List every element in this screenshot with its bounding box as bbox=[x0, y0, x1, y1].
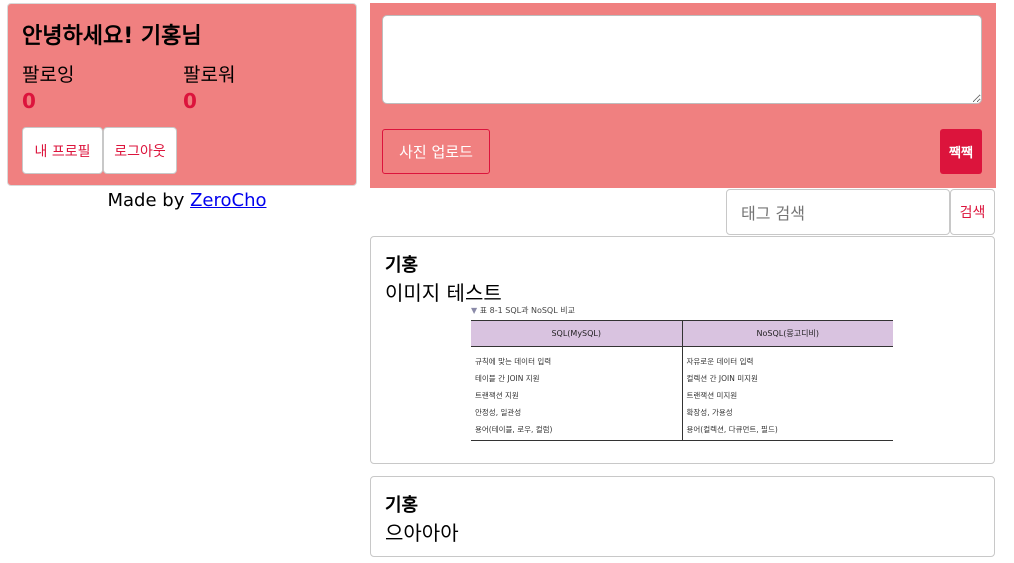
post-image: ▼ 표 8-1 SQL과 NoSQL 비교 SQL(MySQL) NoSQL(몽… bbox=[471, 305, 893, 441]
tweet-submit-button[interactable]: 짹짹 bbox=[940, 129, 982, 174]
header-sql: SQL(MySQL) bbox=[471, 321, 683, 346]
table-cell: 컬렉션 간 JOIN 미지원 bbox=[686, 374, 758, 383]
table-cell: 확장성, 가용성 bbox=[686, 408, 733, 417]
sql-column: 규칙에 맞는 데이터 입력 테이블 간 JOIN 지원 트랜잭션 지원 안정성,… bbox=[471, 347, 683, 440]
post-content: 으아아아 bbox=[385, 521, 459, 545]
table-cell: 트랜잭션 지원 bbox=[475, 391, 519, 400]
table-cell: 트랜잭션 미지원 bbox=[686, 391, 738, 400]
table-header: SQL(MySQL) NoSQL(몽고디비) bbox=[471, 321, 893, 347]
table-body: 규칙에 맞는 데이터 입력 테이블 간 JOIN 지원 트랜잭션 지원 안정성,… bbox=[471, 347, 893, 440]
caption-number: 표 8-1 bbox=[479, 306, 503, 315]
tweet-composer: 사진 업로드 짹짹 bbox=[370, 3, 996, 188]
author-link[interactable]: ZeroCho bbox=[190, 190, 266, 211]
following-count: 0 bbox=[22, 89, 36, 113]
follower-stat: 팔로워 0 bbox=[183, 60, 235, 113]
table-cell: 용어(컬렉션, 다큐먼트, 필드) bbox=[686, 425, 778, 434]
profile-card: 안녕하세요! 기홍님 팔로잉 0 팔로워 0 내 프로필 로그아웃 bbox=[7, 3, 357, 186]
table-cell: 자유로운 데이터 입력 bbox=[686, 357, 754, 366]
made-by-footer: Made by ZeroCho bbox=[0, 190, 374, 211]
tag-search-input[interactable]: 태그 검색 bbox=[726, 189, 950, 235]
image-upload-button[interactable]: 사진 업로드 bbox=[382, 129, 490, 174]
following-stat: 팔로잉 0 bbox=[22, 60, 74, 113]
table-cell: 용어(테이블, 로우, 컬럼) bbox=[475, 425, 553, 434]
following-label: 팔로잉 bbox=[22, 64, 75, 86]
header-nosql: NoSQL(몽고디비) bbox=[756, 329, 819, 338]
caption-title: SQL과 NoSQL 비교 bbox=[505, 306, 575, 315]
follower-label: 팔로워 bbox=[183, 64, 236, 86]
nosql-column: 자유로운 데이터 입력 컬렉션 간 JOIN 미지원 트랜잭션 미지원 확장성,… bbox=[683, 347, 894, 440]
post-author: 기홍 bbox=[385, 255, 419, 276]
post-card: 기홍 으아아아 bbox=[370, 476, 995, 557]
post-content: 이미지 테스트 bbox=[385, 281, 502, 305]
profile-actions: 내 프로필 로그아웃 bbox=[22, 127, 177, 174]
post-card: 기홍 이미지 테스트 ▼ 표 8-1 SQL과 NoSQL 비교 SQL(MyS… bbox=[370, 236, 995, 464]
post-author: 기홍 bbox=[385, 495, 419, 516]
greeting-text: 안녕하세요! 기홍님 bbox=[22, 24, 202, 49]
table-cell: 규칙에 맞는 데이터 입력 bbox=[475, 357, 552, 366]
table-cell: 테이블 간 JOIN 지원 bbox=[475, 374, 540, 383]
caption-marker: ▼ bbox=[471, 306, 478, 315]
my-profile-button[interactable]: 내 프로필 bbox=[22, 127, 103, 174]
made-by-prefix: Made by bbox=[107, 190, 191, 211]
tweet-textarea[interactable] bbox=[382, 15, 982, 104]
tag-search-button[interactable]: 검색 bbox=[950, 189, 995, 235]
figure-caption: ▼ 표 8-1 SQL과 NoSQL 비교 bbox=[471, 305, 575, 316]
table-cell: 안정성, 일관성 bbox=[475, 408, 522, 417]
follower-count: 0 bbox=[183, 89, 197, 113]
logout-button[interactable]: 로그아웃 bbox=[103, 127, 177, 174]
comparison-table: SQL(MySQL) NoSQL(몽고디비) 규칙에 맞는 데이터 입력 테이블… bbox=[471, 320, 893, 441]
